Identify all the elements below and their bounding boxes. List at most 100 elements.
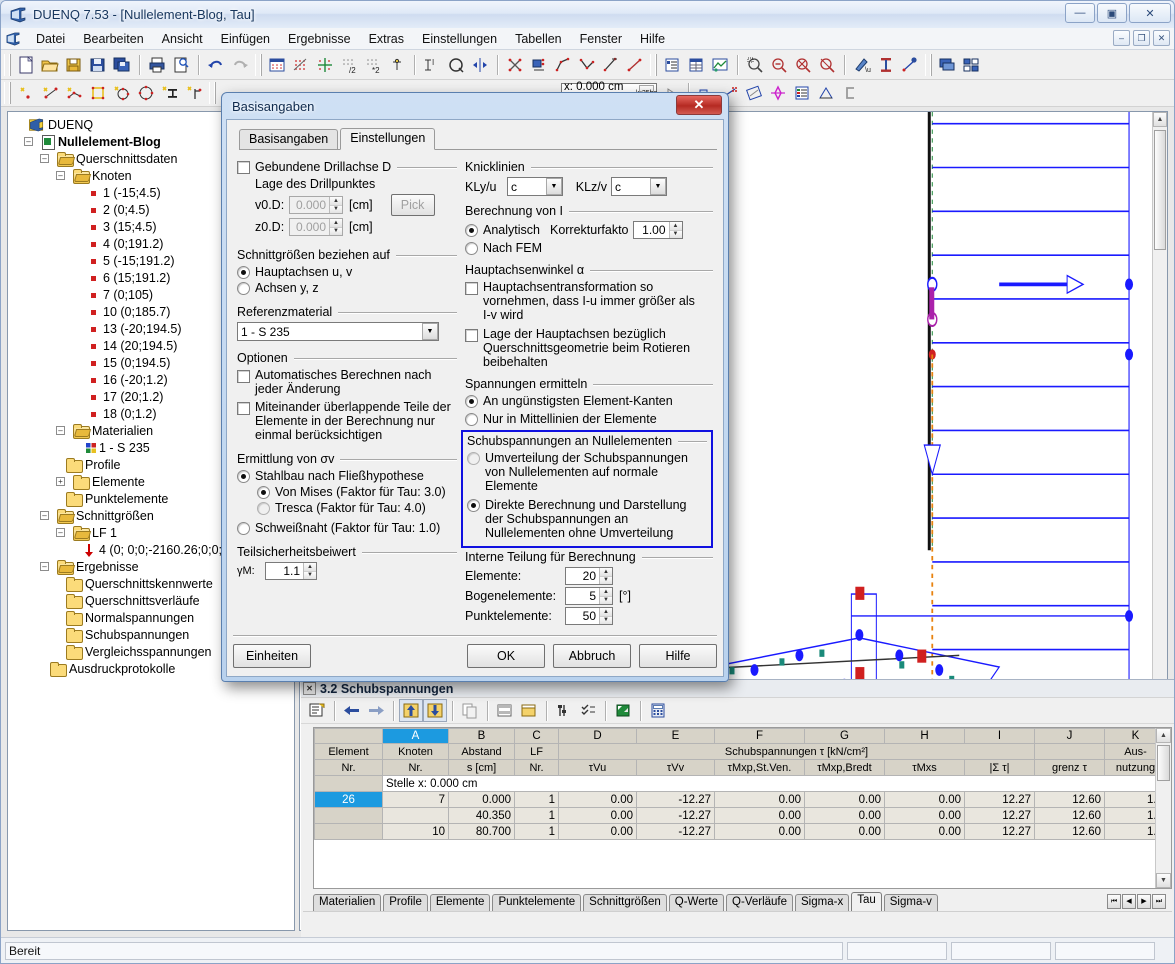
korrekturfaktor-spinner[interactable]: 1.00 ▲▼ — [633, 221, 683, 239]
close-button[interactable]: ✕ — [1129, 3, 1171, 23]
kly-dropdown[interactable]: c ▼ — [507, 177, 563, 196]
grid-col-letter-H[interactable]: H — [885, 729, 965, 744]
print-icon[interactable] — [145, 53, 169, 76]
berechnung-analytisch-row[interactable]: Analytisch Korrekturfakto 1.00 ▲▼ — [465, 221, 713, 239]
hatch-icon[interactable] — [742, 82, 766, 105]
prev-arrow-icon[interactable] — [340, 699, 364, 722]
grid-row-header-2[interactable] — [315, 824, 383, 840]
grid-cell-1-3[interactable]: 0.00 — [559, 808, 637, 824]
grid-cell-1-2[interactable]: 1 — [515, 808, 559, 824]
prev-tab-button[interactable]: ◀ — [1122, 894, 1136, 909]
bottom-tab-tau[interactable]: Tau — [851, 892, 882, 911]
menu-item-einstellungen[interactable]: Einstellungen — [413, 30, 506, 48]
option-ungunstigste-kanten[interactable]: An ungünstigsten Element-Kanten — [465, 394, 713, 408]
bogenelemente-teilung-spinner[interactable]: 5 ▲▼ — [565, 587, 613, 605]
line-icon[interactable] — [575, 53, 599, 76]
paste-icon[interactable] — [493, 699, 517, 722]
option-direkte-berechnung[interactable]: Direkte Berechnung und Darstellung der S… — [467, 498, 707, 540]
grid-col-letter-B[interactable]: B — [449, 729, 515, 744]
bogenelemente-teilung-arrows[interactable]: ▲▼ — [599, 588, 612, 604]
selection-icon[interactable] — [576, 699, 600, 722]
grid-cell-0-7[interactable]: 0.00 — [885, 792, 965, 808]
grid-cell-2-9[interactable]: 12.60 — [1035, 824, 1105, 840]
arc-point-icon[interactable] — [134, 82, 158, 105]
grid-cell-1-7[interactable]: 0.00 — [885, 808, 965, 824]
toolbar-grip[interactable] — [4, 54, 11, 76]
settings-icon[interactable] — [305, 699, 329, 722]
zoom-out-icon[interactable] — [767, 53, 791, 76]
move-down-icon[interactable] — [423, 699, 447, 722]
first-tab-button[interactable]: ⏮ — [1107, 894, 1121, 909]
redo-icon[interactable] — [228, 53, 252, 76]
grid-row-header-1[interactable] — [315, 808, 383, 824]
collapse-toggle[interactable]: – — [56, 171, 65, 180]
gamma-m-spinner-arrows[interactable]: ▲▼ — [303, 563, 316, 579]
option-umverteilung[interactable]: Umverteilung der Schubspannungen von Nul… — [467, 451, 707, 493]
ungunstigste-kanten-radio[interactable] — [465, 395, 478, 408]
crosshair-grid-icon[interactable] — [313, 53, 337, 76]
menu-item-einfuegen[interactable]: Einfügen — [212, 30, 279, 48]
ok-button[interactable]: OK — [467, 644, 545, 668]
zoom-window-icon[interactable] — [743, 53, 767, 76]
grid-cell-1-9[interactable]: 12.60 — [1035, 808, 1105, 824]
option-von-mises[interactable]: Von Mises (Faktor für Tau: 3.0) — [237, 485, 457, 499]
grid-cell-0-4[interactable]: -12.27 — [637, 792, 715, 808]
hilfe-button[interactable]: Hilfe — [639, 644, 717, 668]
profile-icon[interactable] — [158, 82, 182, 105]
print-layout-icon[interactable] — [935, 53, 959, 76]
point-icon[interactable] — [14, 82, 38, 105]
tab-einstellungen[interactable]: Einstellungen — [340, 128, 435, 150]
grid-cell-0-2[interactable]: 1 — [515, 792, 559, 808]
elemente-teilung-arrows[interactable]: ▲▼ — [599, 568, 612, 584]
result-tabs[interactable]: MaterialienProfileElementePunktelementeS… — [301, 890, 1174, 911]
bottom-tab-profile[interactable]: Profile — [383, 894, 428, 911]
highlight-icon[interactable] — [611, 699, 635, 722]
elemente-teilung-spinner[interactable]: 20 ▲▼ — [565, 567, 613, 585]
grid-cell-1-5[interactable]: 0.00 — [715, 808, 805, 824]
grid-scroll-thumb[interactable] — [1157, 745, 1170, 781]
new-document-icon[interactable] — [14, 53, 38, 76]
collapse-toggle[interactable]: – — [40, 511, 49, 520]
pick-button[interactable]: Pick — [391, 194, 435, 216]
grid-row-header-0[interactable]: 26 — [315, 792, 383, 808]
toolbar-grip[interactable] — [925, 54, 932, 76]
z0d-spinner[interactable]: 0.000 ▲▼ — [289, 218, 343, 236]
punktelemente-teilung-arrows[interactable]: ▲▼ — [599, 608, 612, 624]
polyline-icon[interactable] — [551, 53, 575, 76]
option-ueberlappende[interactable]: Miteinander überlappende Teile der Eleme… — [237, 400, 457, 442]
grid-col-letter-C[interactable]: C — [515, 729, 559, 744]
dimension-icon[interactable]: I — [420, 53, 444, 76]
grid-cell-2-0[interactable]: 10 — [383, 824, 449, 840]
c-section-icon[interactable] — [838, 82, 862, 105]
bottom-tab-materialien[interactable]: Materialien — [313, 894, 381, 911]
gamma-m-spinner[interactable]: 1.1 ▲▼ — [265, 562, 317, 580]
v0d-spinner-arrows[interactable]: ▲▼ — [329, 197, 342, 213]
table-row[interactable]: 1080.70010.00-12.270.000.000.0012.2712.6… — [315, 824, 1173, 840]
grid-cell-0-9[interactable]: 12.60 — [1035, 792, 1105, 808]
table-grid-icon[interactable] — [684, 53, 708, 76]
line-point-icon[interactable] — [38, 82, 62, 105]
undo-icon[interactable] — [204, 53, 228, 76]
mirror-icon[interactable] — [468, 53, 492, 76]
toolbar-grip[interactable] — [255, 54, 262, 76]
menu-item-tabellen[interactable]: Tabellen — [506, 30, 571, 48]
option-hauptachsentransformation[interactable]: Hauptachsentransformation so vornehmen, … — [465, 280, 713, 322]
center-marker-icon[interactable] — [766, 82, 790, 105]
expand-toggle[interactable]: + — [56, 477, 65, 486]
legend-icon[interactable] — [790, 82, 814, 105]
bottom-tab-elemente[interactable]: Elemente — [430, 894, 491, 911]
measure-icon[interactable] — [623, 53, 647, 76]
nach-fem-radio[interactable] — [465, 242, 478, 255]
menu-item-extras[interactable]: Extras — [360, 30, 413, 48]
delete-node-icon[interactable] — [503, 53, 527, 76]
section-icon[interactable] — [874, 53, 898, 76]
chevron-down-icon[interactable]: ▼ — [422, 323, 438, 340]
bottom-tab-sigma-v[interactable]: Sigma-v — [884, 894, 938, 911]
ueberlappende-checkbox[interactable] — [237, 402, 250, 415]
results-grid-container[interactable]: ABCDEFGHIJKLM ElementKnotenAbstandLFSchu… — [313, 727, 1172, 889]
grid-cell-0-5[interactable]: 0.00 — [715, 792, 805, 808]
minimize-button[interactable]: — — [1065, 3, 1095, 23]
grid-cell-2-3[interactable]: 0.00 — [559, 824, 637, 840]
scroll-up-arrow[interactable]: ▲ — [1153, 112, 1167, 127]
dialog-close-button[interactable]: ✕ — [676, 95, 722, 115]
